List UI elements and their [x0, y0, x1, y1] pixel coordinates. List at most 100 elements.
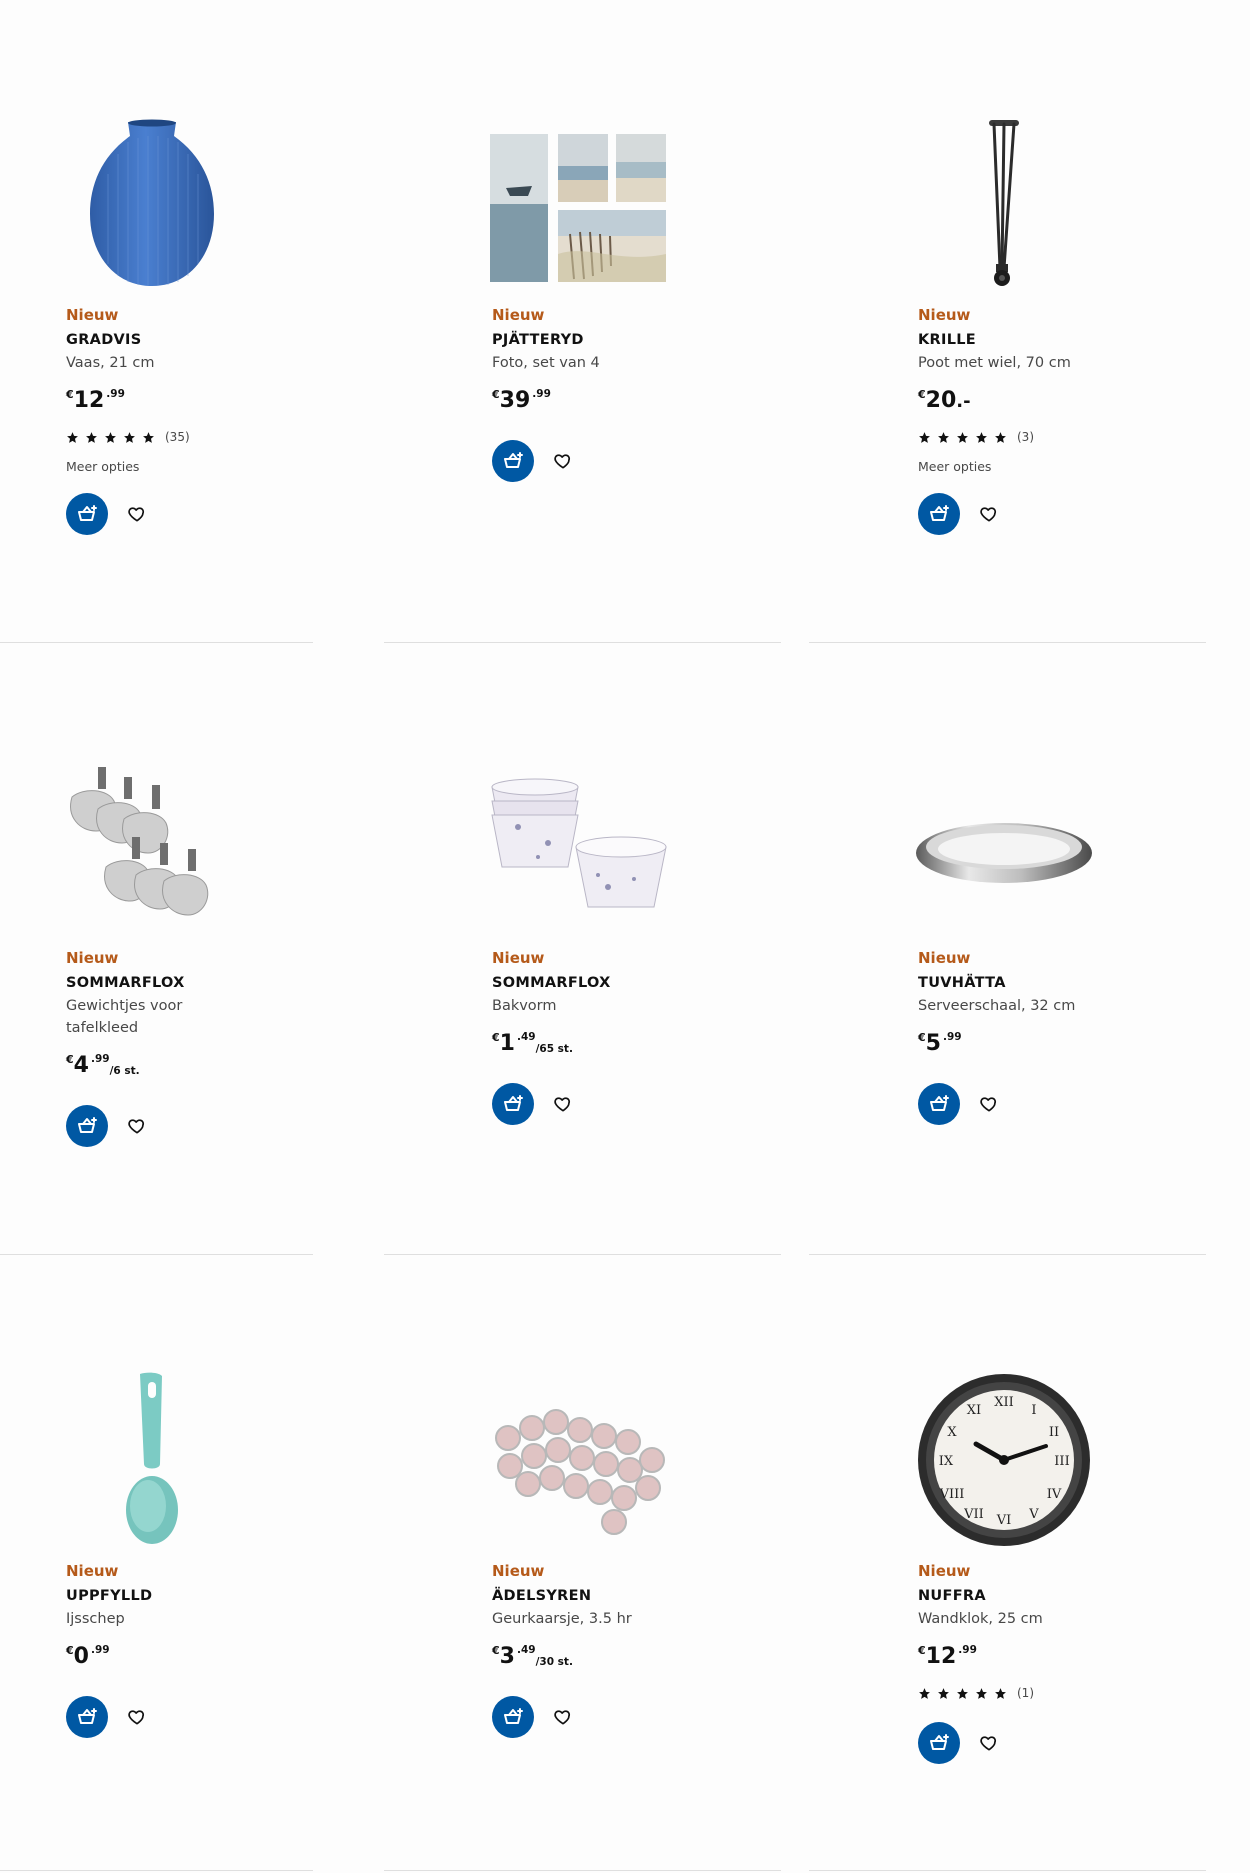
vase-image[interactable] — [62, 114, 242, 294]
add-to-cart-button[interactable] — [66, 493, 108, 535]
product-name[interactable]: KRILLE — [918, 332, 976, 348]
price-integer: 4 — [73, 1053, 89, 1078]
star-icon — [142, 431, 155, 444]
add-to-cart-button[interactable] — [918, 493, 960, 535]
tablecloth-weights-image[interactable] — [62, 757, 242, 937]
row-divider — [0, 1870, 313, 1871]
price-decimal: .99 — [958, 1644, 977, 1656]
card-actions — [492, 440, 576, 482]
price-currency: € — [492, 1031, 500, 1044]
svg-text:XII: XII — [994, 1395, 1014, 1410]
price-decimal: .99 — [90, 1053, 110, 1065]
price-integer: 12 — [73, 388, 105, 413]
table-leg-image[interactable] — [914, 114, 1094, 294]
heart-icon — [554, 1097, 571, 1112]
favourite-button[interactable] — [550, 1704, 576, 1730]
product-price: €20.- — [918, 388, 971, 413]
svg-text:I: I — [1031, 1403, 1036, 1418]
product-card[interactable]: Nieuw GRADVIS Vaas, 21 cm €12.99 (35) Me… — [0, 0, 400, 640]
product-name[interactable]: GRADVIS — [66, 332, 142, 348]
star-icon — [123, 431, 136, 444]
rating[interactable]: (1) — [918, 1686, 1034, 1700]
svg-text:IX: IX — [939, 1454, 954, 1469]
product-name[interactable]: PJÄTTERYD — [492, 332, 584, 348]
favourite-button[interactable] — [124, 1704, 150, 1730]
price-currency: € — [918, 1644, 926, 1657]
heart-icon — [128, 1710, 145, 1725]
product-description: Geurkaarsje, 3.5 hr — [492, 1611, 632, 1627]
favourite-button[interactable] — [550, 448, 576, 474]
card-actions — [66, 493, 150, 535]
product-name[interactable]: ÄDELSYREN — [492, 1588, 591, 1604]
cart-add-icon — [930, 1095, 949, 1111]
price-unit: /6 st. — [109, 1065, 140, 1077]
new-badge: Nieuw — [492, 949, 545, 967]
product-card[interactable]: Nieuw SOMMARFLOX Bakvorm €1.49/65 st. — [426, 643, 826, 1254]
favourite-button[interactable] — [976, 1730, 1002, 1756]
product-card[interactable]: Nieuw KRILLE Poot met wiel, 70 cm €20.- … — [852, 0, 1250, 640]
product-name[interactable]: SOMMARFLOX — [492, 975, 611, 991]
heart-icon — [980, 1097, 997, 1112]
more-options-link[interactable]: Meer opties — [66, 459, 139, 474]
favourite-button[interactable] — [550, 1091, 576, 1117]
product-name[interactable]: NUFFRA — [918, 1588, 986, 1604]
product-card[interactable]: Nieuw UPPFYLLD Ijsschep €0.99 — [0, 1256, 400, 1873]
rating[interactable]: (35) — [66, 430, 190, 444]
price-unit: /65 st. — [535, 1043, 573, 1055]
add-to-cart-button[interactable] — [66, 1696, 108, 1738]
product-description: Foto, set van 4 — [492, 355, 600, 371]
favourite-button[interactable] — [124, 1113, 150, 1139]
tealight-candles-image[interactable] — [488, 1370, 668, 1550]
card-actions — [918, 1722, 1002, 1764]
star-icon — [918, 431, 931, 444]
svg-text:VI: VI — [996, 1513, 1012, 1528]
ice-cream-scoop-image[interactable] — [62, 1370, 242, 1550]
product-name[interactable]: TUVHÄTTA — [918, 975, 1006, 991]
add-to-cart-button[interactable] — [66, 1105, 108, 1147]
row-divider — [809, 1870, 1206, 1871]
cart-add-icon — [504, 452, 523, 468]
cart-add-icon — [930, 505, 949, 521]
star-icon — [66, 431, 79, 444]
price-integer: 3 — [499, 1644, 515, 1669]
product-description: Wandklok, 25 cm — [918, 1611, 1043, 1627]
card-actions — [492, 1696, 576, 1738]
new-badge: Nieuw — [66, 306, 119, 324]
serving-dish-image[interactable] — [914, 757, 1094, 937]
heart-icon — [980, 1736, 997, 1751]
wall-clock-image[interactable]: XII VI IX III I II IV V VII VIII X XI — [914, 1370, 1094, 1550]
add-to-cart-button[interactable] — [918, 1083, 960, 1125]
product-description: Bakvorm — [492, 998, 557, 1014]
product-card[interactable]: Nieuw PJÄTTERYD Foto, set van 4 €39.99 — [426, 0, 826, 640]
product-description: Gewichtjes voor tafelkleed — [66, 998, 183, 1036]
cart-add-icon — [78, 505, 97, 521]
product-card[interactable]: XII VI IX III I II IV V VII VIII X XI Nieuw NU… — [852, 1256, 1250, 1873]
heart-icon — [554, 1710, 571, 1725]
product-card[interactable]: Nieuw TUVHÄTTA Serveerschaal, 32 cm €5.9… — [852, 643, 1250, 1254]
product-name[interactable]: SOMMARFLOX — [66, 975, 185, 991]
star-icon — [975, 1687, 988, 1700]
price-integer: 1 — [499, 1031, 515, 1056]
rating[interactable]: (3) — [918, 430, 1034, 444]
favourite-button[interactable] — [976, 501, 1002, 527]
add-to-cart-button[interactable] — [492, 1696, 534, 1738]
baking-cups-image[interactable] — [488, 757, 668, 937]
more-options-link[interactable]: Meer opties — [918, 459, 991, 474]
star-icon — [956, 431, 969, 444]
new-badge: Nieuw — [66, 1562, 119, 1580]
product-price: €1.49/65 st. — [492, 1031, 573, 1056]
add-to-cart-button[interactable] — [918, 1722, 960, 1764]
favourite-button[interactable] — [976, 1091, 1002, 1117]
svg-text:II: II — [1049, 1425, 1059, 1440]
product-card[interactable]: Nieuw ÄDELSYREN Geurkaarsje, 3.5 hr €3.4… — [426, 1256, 826, 1873]
product-name[interactable]: UPPFYLLD — [66, 1588, 152, 1604]
new-badge: Nieuw — [492, 306, 545, 324]
add-to-cart-button[interactable] — [492, 440, 534, 482]
product-card[interactable]: Nieuw SOMMARFLOX Gewichtjes voor tafelkl… — [0, 643, 400, 1254]
new-badge: Nieuw — [492, 1562, 545, 1580]
heart-icon — [980, 507, 997, 522]
favourite-button[interactable] — [124, 501, 150, 527]
photo-set-image[interactable] — [488, 114, 668, 294]
add-to-cart-button[interactable] — [492, 1083, 534, 1125]
price-integer: 5 — [925, 1031, 941, 1056]
